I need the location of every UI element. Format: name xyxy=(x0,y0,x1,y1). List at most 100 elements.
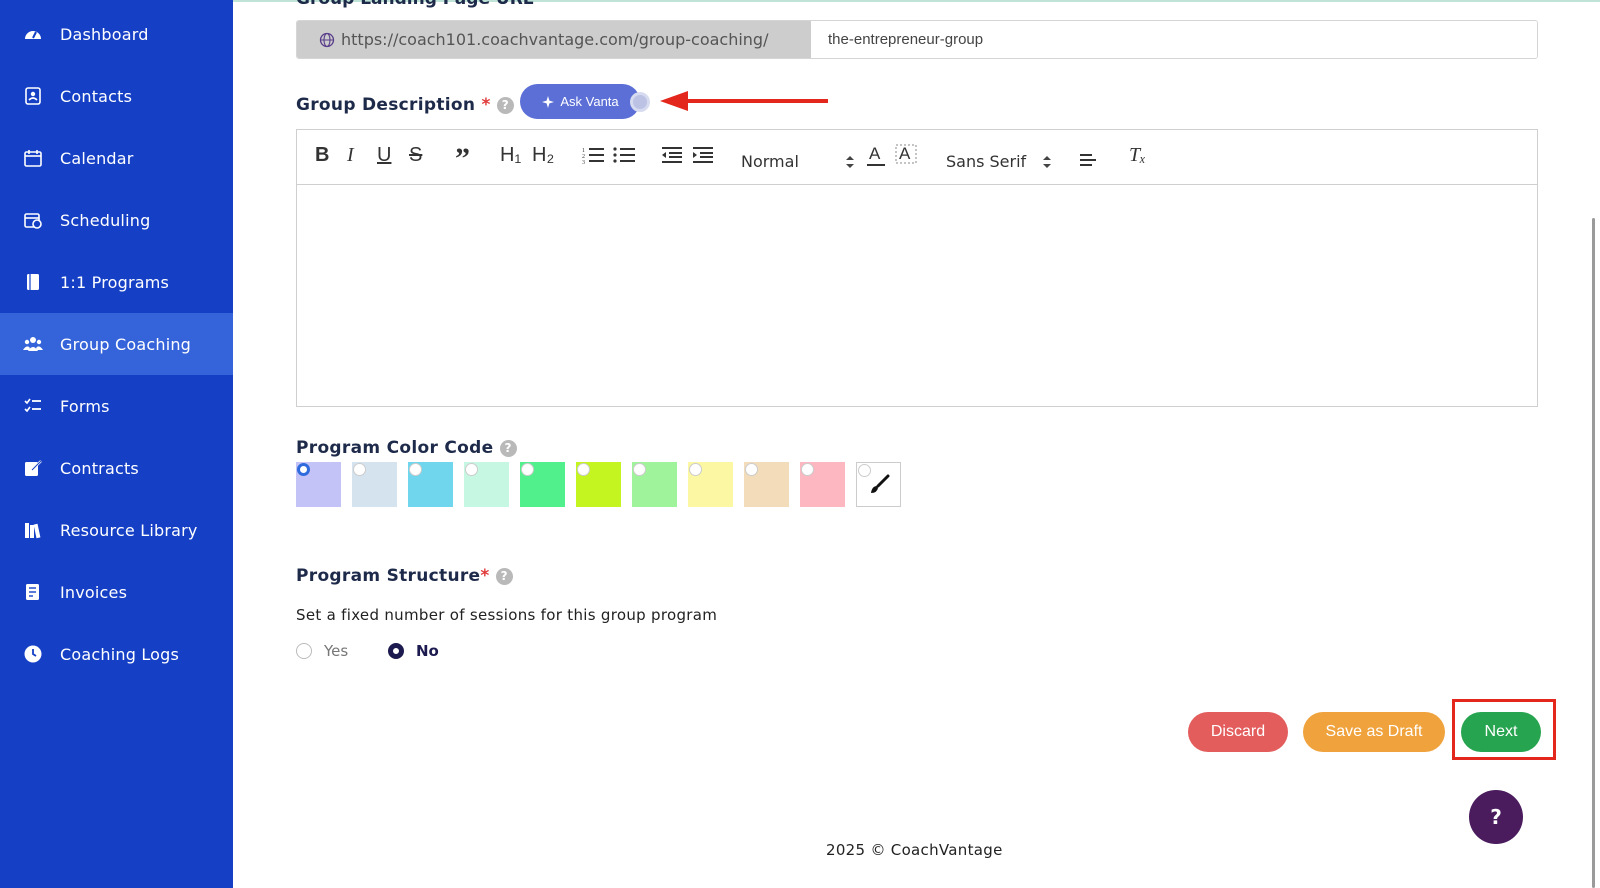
svg-text:A: A xyxy=(899,144,911,163)
swatch-radio xyxy=(297,463,310,476)
color-swatch[interactable] xyxy=(744,462,789,507)
heading2-button[interactable]: H₂ xyxy=(532,140,554,170)
url-prefix: https://coach101.coachvantage.com/group-… xyxy=(297,21,811,58)
sidebar-item-programs[interactable]: 1:1 Programs xyxy=(0,251,233,313)
scheduling-icon xyxy=(22,209,44,231)
strike-button[interactable]: S xyxy=(409,140,422,170)
sidebar-item-label: Contracts xyxy=(60,458,139,478)
radio-yes-label: Yes xyxy=(324,642,349,660)
sidebar-item-label: Scheduling xyxy=(60,210,151,230)
sparkle-icon xyxy=(542,95,555,108)
color-swatch[interactable] xyxy=(800,462,845,507)
dashboard-icon xyxy=(22,23,44,45)
landing-url-slug-input[interactable] xyxy=(811,21,1537,58)
custom-color-picker[interactable] xyxy=(856,462,901,507)
swatch-radio xyxy=(521,463,534,476)
color-swatch[interactable] xyxy=(632,462,677,507)
indent-icon[interactable] xyxy=(691,140,713,170)
updown-icon xyxy=(1043,155,1052,168)
color-swatch[interactable] xyxy=(408,462,453,507)
sidebar-item-calendar[interactable]: Calendar xyxy=(0,127,233,189)
font-select[interactable]: Sans Serif xyxy=(946,152,1052,171)
paintbrush-icon xyxy=(870,474,889,493)
size-select[interactable]: Normal xyxy=(741,152,855,171)
blockquote-button[interactable]: ” xyxy=(455,142,470,175)
align-icon[interactable] xyxy=(1079,144,1097,174)
color-swatch[interactable] xyxy=(576,462,621,507)
radio-no[interactable]: No xyxy=(388,642,439,660)
calendar-icon xyxy=(22,147,44,169)
radio-no-label: No xyxy=(416,642,439,660)
invoice-icon xyxy=(22,581,44,603)
contacts-icon xyxy=(22,85,44,107)
rich-text-editor: B I U S ” H₁ H₂ 123 Normal A A Sans Seri… xyxy=(296,129,1538,407)
library-icon xyxy=(22,519,44,541)
ordered-list-icon[interactable]: 123 xyxy=(582,140,604,170)
sidebar-item-label: 1:1 Programs xyxy=(60,272,170,292)
sidebar-item-group-coaching[interactable]: Group Coaching xyxy=(0,313,233,375)
ask-vanta-button[interactable]: Ask Vanta xyxy=(520,84,640,119)
save-draft-button[interactable]: Save as Draft xyxy=(1303,712,1445,752)
text-color-icon[interactable]: A xyxy=(865,140,887,170)
outdent-icon[interactable] xyxy=(660,140,682,170)
bullet-list-icon[interactable] xyxy=(613,140,635,170)
radio-no-dot xyxy=(388,643,404,659)
sidebar-item-invoices[interactable]: Invoices xyxy=(0,561,233,623)
sidebar-item-contacts[interactable]: Contacts xyxy=(0,65,233,127)
sidebar-item-forms[interactable]: Forms xyxy=(0,375,233,437)
ask-vanta-label: Ask Vanta xyxy=(560,94,619,109)
swatch-radio xyxy=(465,463,478,476)
underline-button[interactable]: U xyxy=(377,140,391,170)
background-color-icon[interactable]: A xyxy=(895,140,917,170)
radio-yes[interactable]: Yes xyxy=(296,642,348,660)
swatch-radio xyxy=(801,463,814,476)
heading1-button[interactable]: H₁ xyxy=(500,140,521,170)
help-icon[interactable]: ? xyxy=(499,439,517,457)
sidebar-item-scheduling[interactable]: Scheduling xyxy=(0,189,233,251)
sidebar-item-label: Dashboard xyxy=(60,24,149,44)
landing-url-group: https://coach101.coachvantage.com/group-… xyxy=(296,20,1538,59)
swatch-radio xyxy=(409,463,422,476)
swatch-radio xyxy=(689,463,702,476)
bold-button[interactable]: B xyxy=(315,140,329,170)
program-structure-title: Program Structure xyxy=(296,566,481,586)
color-code-title: Program Color Code xyxy=(296,438,494,458)
color-swatch[interactable] xyxy=(352,462,397,507)
book-icon xyxy=(22,271,44,293)
users-icon xyxy=(22,333,44,355)
help-icon[interactable]: ? xyxy=(496,96,514,114)
sidebar-item-resource-library[interactable]: Resource Library xyxy=(0,499,233,561)
font-select-value: Sans Serif xyxy=(946,152,1027,171)
svg-text:3: 3 xyxy=(582,160,585,165)
next-button[interactable]: Next xyxy=(1461,712,1541,752)
color-code-label: Program Color Code ? xyxy=(296,438,517,458)
swatch-radio xyxy=(858,464,871,477)
size-select-value: Normal xyxy=(741,152,799,171)
sidebar-item-label: Calendar xyxy=(60,148,134,168)
required-mark: * xyxy=(481,95,491,115)
ask-vanta-toggle[interactable] xyxy=(630,92,650,112)
color-swatch[interactable] xyxy=(464,462,509,507)
editor-content-area[interactable] xyxy=(297,185,1537,407)
landing-url-label: Group Landing Page URL xyxy=(296,0,534,9)
sidebar-item-contracts[interactable]: Contracts xyxy=(0,437,233,499)
color-swatch[interactable] xyxy=(296,462,341,507)
editor-toolbar: B I U S ” H₁ H₂ 123 Normal A A Sans Seri… xyxy=(297,130,1537,185)
radio-yes-dot xyxy=(296,643,312,659)
clear-format-button[interactable]: Tₓ xyxy=(1129,140,1146,170)
sidebar-item-dashboard[interactable]: Dashboard xyxy=(0,3,233,65)
url-prefix-text: https://coach101.coachvantage.com/group-… xyxy=(341,30,769,49)
color-swatch[interactable] xyxy=(520,462,565,507)
italic-button[interactable]: I xyxy=(347,140,354,170)
discard-button[interactable]: Discard xyxy=(1188,712,1288,752)
swatch-radio xyxy=(353,463,366,476)
sidebar-item-label: Resource Library xyxy=(60,520,198,540)
page-scrollbar[interactable] xyxy=(1592,218,1595,888)
color-swatch[interactable] xyxy=(688,462,733,507)
help-icon[interactable]: ? xyxy=(495,567,513,585)
sidebar-item-coaching-logs[interactable]: Coaching Logs xyxy=(0,623,233,685)
group-description-label: Group Description * ? xyxy=(296,95,514,115)
help-fab-button[interactable]: ? xyxy=(1469,790,1523,844)
program-structure-label: Program Structure* ? xyxy=(296,566,513,586)
swatch-radio xyxy=(633,463,646,476)
